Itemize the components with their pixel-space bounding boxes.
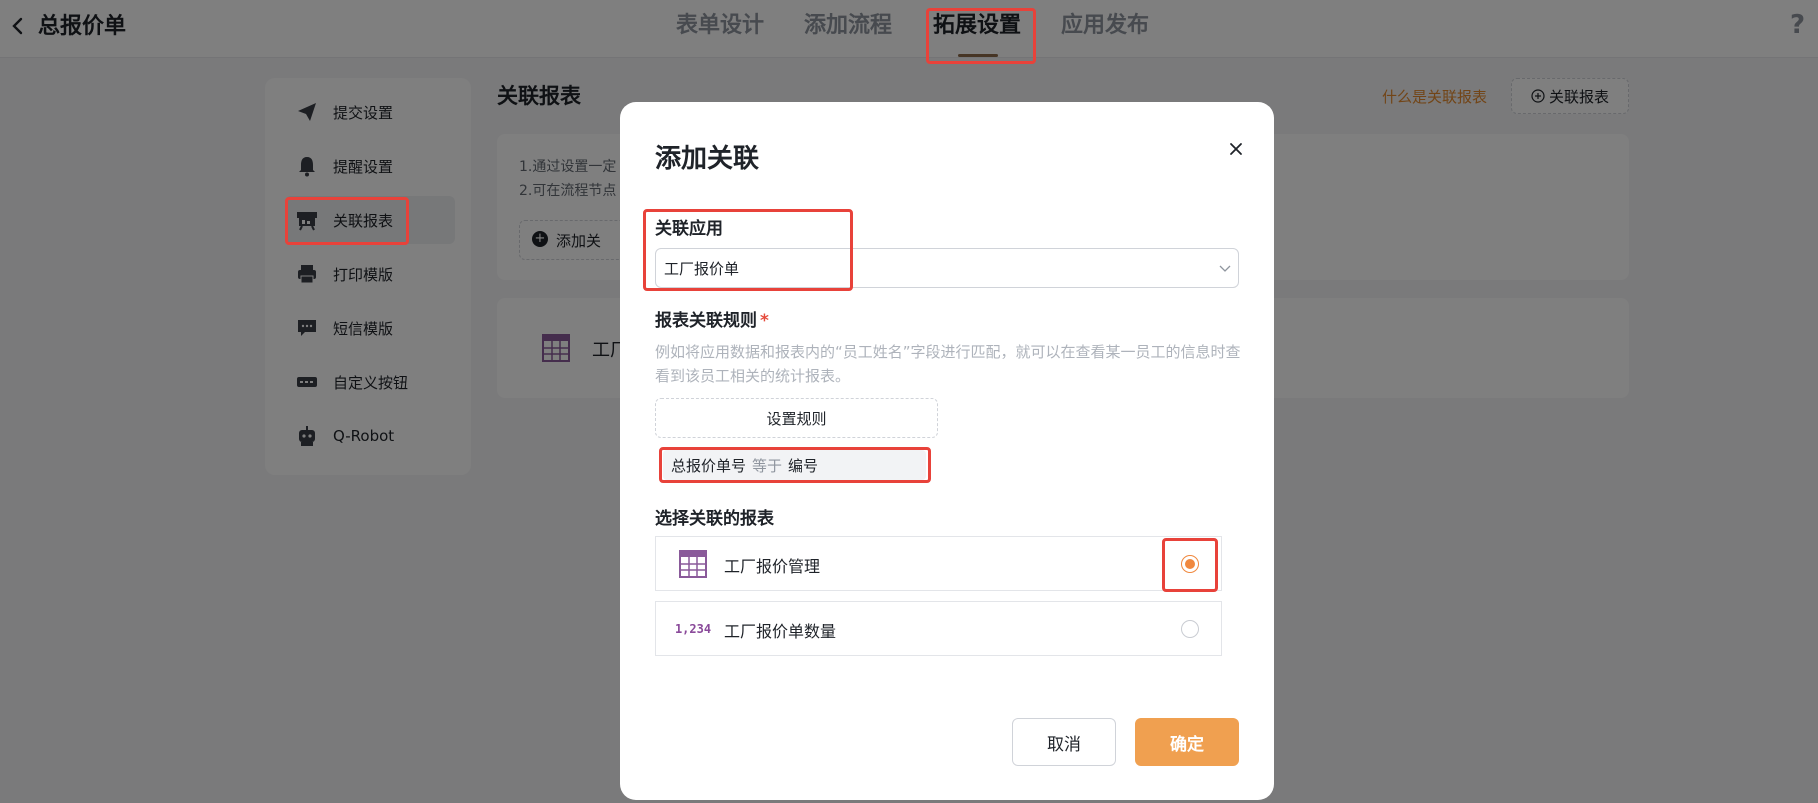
add-association-dialog: 添加关联 关联应用 工厂报价单 报表关联规则 * 例如将应用数据和报表内的“员工姓… [620,102,1274,800]
rule-right-field: 编号 [788,456,819,475]
report-radio-selected[interactable] [1181,555,1199,573]
report-option-factory-quote-count[interactable]: 1,234 工厂报价单数量 [655,601,1222,656]
set-rule-button[interactable]: 设置规则 [655,398,938,438]
chevron-down-icon [1219,265,1231,272]
report-radio-unselected[interactable] [1181,620,1199,638]
association-rule[interactable]: 总报价单号 等于 编号 [663,450,926,480]
rule-description: 例如将应用数据和报表内的“员工姓名”字段进行匹配，就可以在查看某一员工的信息时查… [655,343,1241,385]
linked-app-select[interactable]: 工厂报价单 [655,248,1239,288]
dialog-title: 添加关联 [655,144,760,174]
confirm-button[interactable]: 确定 [1135,718,1239,766]
cancel-button[interactable]: 取消 [1012,718,1116,766]
report-option-label: 工厂报价管理 [724,557,821,576]
table-icon [678,549,708,579]
select-report-label: 选择关联的报表 [655,509,774,529]
rule-operator: 等于 [752,456,783,475]
rule-section-label: 报表关联规则 * [655,306,769,331]
linked-app-label: 关联应用 [655,219,723,239]
close-icon[interactable] [1227,140,1245,158]
report-option-factory-quote-management[interactable]: 工厂报价管理 [655,536,1222,591]
number-icon: 1,234 [674,614,712,644]
report-option-label: 工厂报价单数量 [724,622,837,641]
number-icon-text: 1,234 [674,622,712,636]
rule-section-title: 报表关联规则 [655,311,757,331]
rule-left-field: 总报价单号 [671,456,747,475]
required-mark: * [760,311,769,331]
linked-app-select-value: 工厂报价单 [664,259,740,278]
